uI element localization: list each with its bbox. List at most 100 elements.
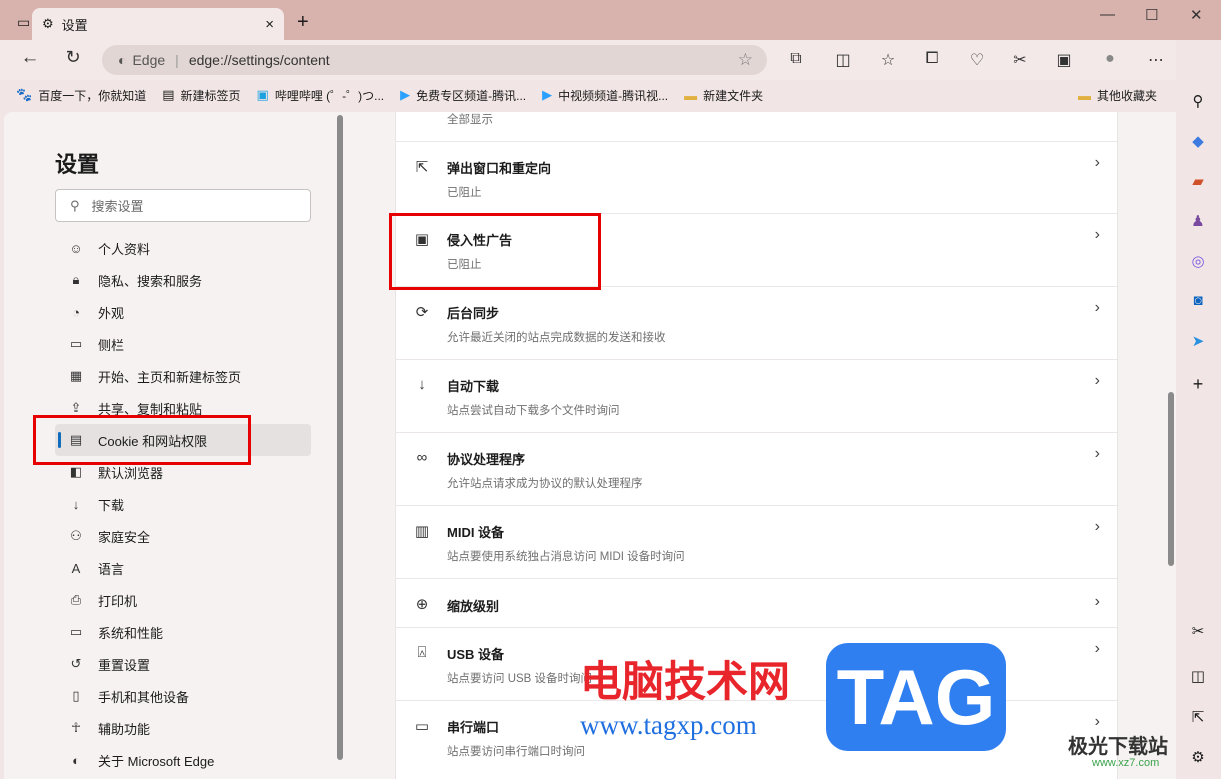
tab-settings[interactable]: ⚙ 设置 × bbox=[32, 8, 284, 40]
sidebar-item-phone[interactable]: ▯ 手机和其他设备 bbox=[55, 680, 311, 712]
close-window-button[interactable]: ✕ bbox=[1190, 6, 1203, 24]
chevron-right-icon: › bbox=[1094, 226, 1100, 243]
settings-row[interactable]: ⟳ 后台同步 允许最近关闭的站点完成数据的发送和接收 › bbox=[395, 286, 1118, 359]
sidebar-icon: ▭ bbox=[69, 336, 83, 351]
search-input[interactable]: ⚲ 搜索设置 bbox=[55, 189, 311, 222]
sidebar-item-label: 下载 bbox=[98, 497, 125, 513]
sync-icon: ⟳ bbox=[415, 304, 429, 321]
send-icon[interactable]: ➤ bbox=[1188, 332, 1208, 350]
sidebar-item-lock[interactable]: 🔒︎ 隐私、搜索和服务 bbox=[55, 264, 311, 296]
midi-icon: ▥ bbox=[414, 523, 430, 540]
sidebar-item-download[interactable]: ↓ 下载 bbox=[55, 488, 311, 520]
sidebar-item-label: 关于 Microsoft Edge bbox=[98, 753, 215, 769]
sidebar-item-label: 重置设置 bbox=[98, 657, 151, 673]
settings-row[interactable]: ↓ 自动下载 站点尝试自动下载多个文件时询问 › bbox=[395, 359, 1118, 432]
folder-icon: ▬ bbox=[1078, 88, 1091, 103]
serial-icon: ▭ bbox=[414, 718, 430, 735]
row-title: 弹出窗口和重定向 bbox=[447, 161, 552, 176]
favorites-icon[interactable]: ☆ bbox=[878, 50, 898, 70]
sidebar-item-reset[interactable]: ↺ 重置设置 bbox=[55, 648, 311, 680]
sidebar-item-palette[interactable]: ◔ 外观 bbox=[55, 296, 311, 328]
screenshot-icon[interactable]: ✂ bbox=[1188, 622, 1208, 640]
row-title: MIDI 设备 bbox=[447, 525, 505, 540]
maximize-button[interactable]: ☐ bbox=[1145, 6, 1158, 24]
favorite-star-icon[interactable]: ☆ bbox=[738, 50, 753, 70]
share-icon: ⇪ bbox=[70, 400, 82, 415]
page-title: 设置 bbox=[55, 152, 100, 177]
url-text[interactable]: edge://settings/content bbox=[189, 52, 330, 68]
extensions-icon[interactable]: ⧉ bbox=[786, 50, 806, 68]
search-icon[interactable]: ⚲ bbox=[1188, 92, 1208, 110]
system-icon: ▭ bbox=[69, 624, 83, 639]
sidebar-item-printer[interactable]: ⎙ 打印机 bbox=[55, 584, 311, 616]
sidebar-item-label: 隐私、搜索和服务 bbox=[98, 273, 203, 289]
settings-row[interactable]: ▥ MIDI 设备 站点要使用系统独占消息访问 MIDI 设备时询问 › bbox=[395, 505, 1118, 578]
chevron-right-icon: › bbox=[1094, 518, 1100, 535]
sidebar-item-accessibility[interactable]: ☥ 辅助功能 bbox=[55, 712, 311, 744]
sidebar-item-label: 个人资料 bbox=[98, 241, 151, 257]
sidebar-item-sidebar[interactable]: ▭ 侧栏 bbox=[55, 328, 311, 360]
tools-icon[interactable]: ▰ bbox=[1188, 172, 1208, 190]
bookmark-item[interactable]: ▶ 免费专区频道-腾讯... bbox=[400, 87, 526, 104]
other-bookmarks[interactable]: ▬ 其他收藏夹 bbox=[1078, 87, 1157, 104]
bookmark-item[interactable]: ▶ 中视频频道-腾讯视... bbox=[542, 87, 668, 104]
settings-row[interactable]: ⇱ 弹出窗口和重定向 已阻止 › bbox=[395, 141, 1118, 213]
tencent-video-icon: ▶ bbox=[542, 87, 553, 102]
bookmark-label: 免费专区频道-腾讯... bbox=[416, 88, 527, 103]
gear-icon: ⚙ bbox=[42, 16, 54, 31]
profile-avatar[interactable]: ● bbox=[1100, 50, 1120, 68]
watermark-url: www.tagxp.com bbox=[580, 710, 757, 740]
new-tab-button[interactable]: + bbox=[297, 11, 309, 34]
more-menu-icon[interactable]: ⋯ bbox=[1146, 50, 1166, 70]
sidebar-item-language[interactable]: A 语言 bbox=[55, 552, 311, 584]
sidebar-item-profile[interactable]: ☺ 个人资料 bbox=[55, 232, 311, 264]
chevron-right-icon: › bbox=[1094, 713, 1100, 730]
folder-icon: ▬ bbox=[684, 87, 698, 103]
partial-row-sub: 全部显示 bbox=[447, 114, 493, 126]
row-title: 缩放级别 bbox=[447, 599, 500, 614]
sidebar-toggle-icon[interactable]: ▣ bbox=[1054, 50, 1074, 70]
usb-icon: ⍓ bbox=[417, 644, 427, 661]
tab-actions-icon[interactable]: ▭ bbox=[17, 14, 30, 31]
sidebar-layout-icon[interactable]: ◫ bbox=[1188, 667, 1208, 685]
main-scrollbar[interactable] bbox=[1168, 392, 1174, 566]
sidebar-item-family[interactable]: ⚇ 家庭安全 bbox=[55, 520, 311, 552]
settings-row[interactable]: ⊕ 缩放级别 › bbox=[395, 578, 1118, 627]
bilibili-icon: ▣ bbox=[256, 87, 269, 102]
split-screen-icon[interactable]: ◫ bbox=[833, 50, 853, 70]
back-button[interactable]: ← bbox=[20, 47, 40, 69]
settings-row[interactable]: ∞ 协议处理程序 允许站点请求成为协议的默认处理程序 › bbox=[395, 432, 1118, 505]
address-bar[interactable]: ◐ Edge | edge://settings/content ☆ bbox=[102, 45, 767, 75]
settings-gear-icon[interactable]: ⚙ bbox=[1188, 748, 1208, 766]
row-title: 自动下载 bbox=[447, 379, 500, 394]
edge-icon: ◐ bbox=[72, 752, 80, 768]
reset-icon: ↺ bbox=[70, 656, 82, 671]
sidebar-item-label: 手机和其他设备 bbox=[98, 689, 190, 705]
add-icon[interactable]: + bbox=[1188, 374, 1208, 395]
close-tab-icon[interactable]: × bbox=[265, 16, 274, 33]
collections-icon[interactable]: ⧠ bbox=[922, 50, 942, 68]
bookmark-item[interactable]: ▣ 哔哩哔哩 (゜-゜)つ... bbox=[257, 87, 385, 104]
sidebar-item-system[interactable]: ▭ 系统和性能 bbox=[55, 616, 311, 648]
phone-icon: ▯ bbox=[72, 688, 80, 703]
sidebar-item-home[interactable]: ▦ 开始、主页和新建标签页 bbox=[55, 360, 311, 392]
sidebar-item-edge[interactable]: ◐ 关于 Microsoft Edge bbox=[55, 744, 311, 776]
outlook-icon[interactable]: ◙ bbox=[1188, 292, 1208, 309]
language-icon: A bbox=[71, 560, 81, 576]
protocol-icon: ∞ bbox=[416, 449, 428, 466]
bookmark-item[interactable]: 🐾 百度一下，你就知道 bbox=[16, 87, 146, 104]
bookmark-item[interactable]: ▤ 新建标签页 bbox=[162, 87, 240, 104]
shopping-tag-icon[interactable]: ◆ bbox=[1188, 132, 1208, 150]
screenshot-icon[interactable]: ✂ bbox=[1010, 50, 1030, 70]
open-external-icon[interactable]: ⇱ bbox=[1188, 708, 1208, 726]
bookmark-item[interactable]: ▬ 新建文件夹 bbox=[684, 87, 763, 104]
bookmark-label: 百度一下，你就知道 bbox=[38, 88, 147, 103]
nav-scrollbar[interactable] bbox=[337, 115, 343, 760]
m365-icon[interactable]: ◎ bbox=[1188, 252, 1208, 270]
minimize-button[interactable]: — bbox=[1100, 6, 1115, 23]
refresh-button[interactable]: ↻ bbox=[63, 47, 83, 68]
games-icon[interactable]: ♟ bbox=[1188, 212, 1208, 230]
download-icon: ↓ bbox=[418, 376, 426, 393]
tencent-video-icon: ▶ bbox=[400, 87, 411, 102]
health-icon[interactable]: ♡ bbox=[967, 50, 987, 70]
